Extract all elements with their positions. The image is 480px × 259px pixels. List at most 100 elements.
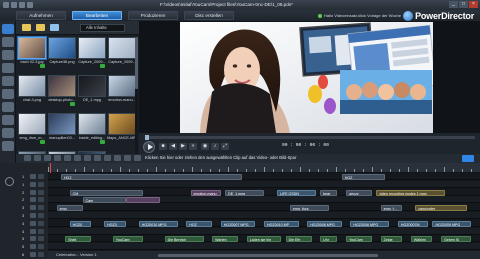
- track-lock-icon[interactable]: [30, 205, 36, 211]
- transition-room-icon[interactable]: [2, 89, 14, 99]
- pip-room-icon[interactable]: [2, 50, 14, 60]
- track-enable-icon[interactable]: [38, 213, 44, 218]
- zoom-icon[interactable]: [5, 177, 14, 186]
- timeline-clip[interactable]: HGZ: [60, 174, 243, 180]
- track-enable-icon[interactable]: [38, 244, 44, 250]
- timeline-clip[interactable]: HGZ0008 MPG: [307, 220, 342, 227]
- app-icon[interactable]: [3, 2, 9, 8]
- next-frame-button[interactable]: ▶: [179, 143, 187, 150]
- snapshot-button[interactable]: ◉: [201, 143, 209, 150]
- track-header[interactable]: 4: [16, 220, 48, 228]
- track-enable-icon[interactable]: [38, 236, 44, 242]
- track-header[interactable]: 2: [16, 189, 48, 197]
- timeline-track[interactable]: [48, 180, 480, 188]
- keyframe-icon[interactable]: [64, 155, 71, 161]
- timeline-clip[interactable]: Shell: [65, 236, 92, 243]
- track-enable-icon[interactable]: [38, 197, 44, 203]
- timeline-track[interactable]: [48, 212, 480, 219]
- seek-bar[interactable]: [145, 135, 475, 140]
- import-folder-icon[interactable]: [22, 24, 31, 31]
- library-filter-dropdown[interactable]: Alle Inhalte: [80, 24, 125, 32]
- audio-mixing-room-icon[interactable]: [2, 102, 14, 112]
- tab-edit[interactable]: Bearbeiten: [72, 11, 122, 20]
- download-icon[interactable]: [50, 24, 59, 31]
- timeline-clip[interactable]: emotion-manu: [190, 189, 221, 196]
- library-item[interactable]: bach 02-3.jpg: [18, 37, 46, 69]
- track-lock-icon[interactable]: [30, 236, 36, 242]
- effect-icon[interactable]: [114, 155, 121, 161]
- timeline-clip[interactable]: HGZ0009 MPG: [432, 220, 472, 227]
- timeline-clip[interactable]: HGZ: [341, 174, 385, 180]
- timeline-clip[interactable]: emg_thcs: [289, 205, 329, 212]
- mask-icon[interactable]: [124, 155, 131, 161]
- subtitle-room-icon[interactable]: [2, 141, 14, 151]
- timeline-clip[interactable]: HGZ0007 MPG: [220, 220, 256, 227]
- timeline-scrollbar[interactable]: Celebration - Version 1: [48, 251, 480, 259]
- track-header[interactable]: 2: [16, 196, 48, 204]
- library-item[interactable]: desktop-photo...: [48, 75, 76, 107]
- track-lock-icon[interactable]: [30, 197, 36, 203]
- status-message[interactable]: Hallo Videoeinsatz,klick Vorlage der Woc…: [318, 13, 401, 18]
- track-header[interactable]: 3: [16, 204, 48, 212]
- stop-button[interactable]: ■: [159, 143, 167, 150]
- timeline-clip[interactable]: HGZ0006 MPG: [350, 220, 390, 227]
- timeline-clip[interactable]: Warten: [212, 236, 239, 243]
- effect-room-icon[interactable]: [2, 37, 14, 47]
- scroll-thumb[interactable]: [135, 37, 138, 89]
- timeline-clip[interactable]: HGZ0: [69, 220, 92, 227]
- timeline-track[interactable]: [48, 227, 480, 235]
- track-header[interactable]: 5: [16, 243, 48, 251]
- volume-button[interactable]: ♪: [211, 143, 219, 150]
- title-room-icon[interactable]: [2, 76, 14, 86]
- crop-icon[interactable]: [104, 155, 111, 161]
- save-icon[interactable]: [11, 2, 17, 8]
- track-lock-icon[interactable]: [30, 189, 36, 195]
- timeline-clip[interactable]: geozz: [346, 189, 372, 196]
- scroll-thumb[interactable]: [158, 254, 378, 257]
- timeline-clip[interactable]: HGZ0: [104, 220, 126, 227]
- maximize-button[interactable]: □: [459, 1, 468, 8]
- close-button[interactable]: ×: [469, 1, 478, 8]
- timeline-clip[interactable]: [125, 197, 161, 204]
- split-icon[interactable]: [24, 155, 31, 161]
- delete-icon[interactable]: [44, 155, 51, 161]
- timeline-clip[interactable]: CM: [69, 189, 144, 196]
- timeline-clip[interactable]: Uhr: [320, 236, 338, 243]
- library-item[interactable]: emg_4sm_m...: [18, 113, 46, 145]
- timeline-clip[interactable]: Die Efn: [285, 236, 312, 243]
- library-item[interactable]: manupilien03...: [48, 113, 76, 145]
- library-item[interactable]: Capture_2009...: [108, 37, 136, 69]
- open-folder-icon[interactable]: [36, 24, 45, 31]
- track-enable-icon[interactable]: [38, 189, 44, 195]
- voice-over-room-icon[interactable]: [2, 115, 14, 125]
- library-item[interactable]: chat-3.png: [18, 75, 46, 107]
- tab-capture[interactable]: Aufnehmen: [16, 11, 66, 20]
- track-lock-icon[interactable]: [30, 252, 36, 257]
- timeline-clip[interactable]: emg_f...: [380, 205, 403, 212]
- library-item[interactable]: inside_editing...: [78, 113, 106, 145]
- trim-icon[interactable]: [34, 155, 41, 161]
- previous-frame-button[interactable]: ◀: [169, 143, 177, 150]
- library-item[interactable]: Capture38.png: [48, 37, 76, 69]
- track-lock-icon[interactable]: [30, 220, 36, 226]
- timeline-track[interactable]: [48, 243, 480, 251]
- minimize-button[interactable]: _: [449, 1, 458, 8]
- track-header[interactable]: 1: [16, 181, 48, 189]
- timeline-clip[interactable]: HGZ: [186, 220, 213, 227]
- tab-create-disc[interactable]: Disc erstellen: [184, 11, 234, 20]
- play-button[interactable]: [143, 141, 155, 153]
- track-enable-icon[interactable]: [38, 220, 44, 226]
- timeline-clip[interactable]: YouCam: [112, 236, 144, 243]
- timeline-clip[interactable]: video recording modes 1.mpg: [376, 189, 446, 196]
- timeline-clip[interactable]: camcorder: [415, 205, 468, 212]
- track-enable-icon[interactable]: [38, 181, 44, 187]
- track-lock-icon[interactable]: [30, 228, 36, 234]
- particle-room-icon[interactable]: [2, 63, 14, 73]
- more-icon[interactable]: [134, 155, 141, 161]
- track-lock-icon[interactable]: [30, 244, 36, 250]
- media-room-icon[interactable]: [2, 24, 14, 34]
- track-header[interactable]: 5: [16, 235, 48, 243]
- timeline-clip[interactable]: LIFE OSDN: [276, 189, 316, 196]
- fast-forward-button[interactable]: »: [189, 143, 197, 150]
- library-item[interactable]: Maps_ANCE-MP4: [107, 113, 137, 145]
